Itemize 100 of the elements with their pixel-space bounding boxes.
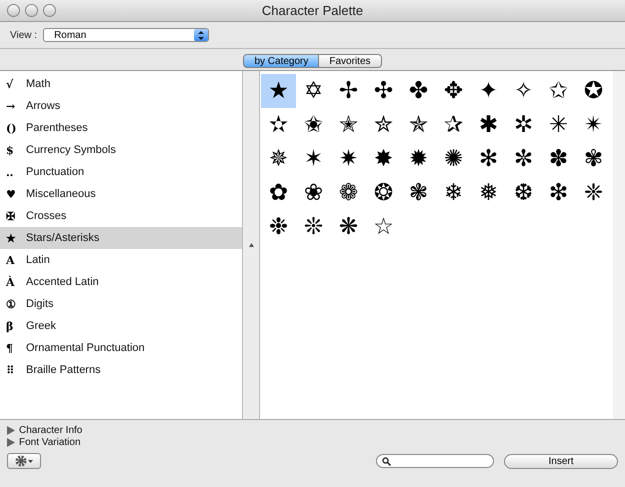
disclosure-triangle-icon[interactable] [6,426,15,435]
character-cell[interactable]: ✭ [331,108,366,142]
search-icon [382,456,391,466]
character-cell[interactable]: ✻ [471,142,506,176]
category-symbol: → [5,100,16,112]
category-symbol: ♥ [5,188,17,200]
character-cell[interactable]: ❇ [541,176,576,210]
character-cell[interactable]: ✾ [576,142,611,176]
category-item[interactable]: ⠿ Braille Patterns [0,359,242,381]
character-cell[interactable]: ❂ [366,176,401,210]
character-cell[interactable]: ✫ [261,108,296,142]
category-item[interactable]: $ Currency Symbols [0,139,242,161]
character-cell[interactable]: ✹ [401,142,436,176]
character-cell[interactable]: ✺ [436,142,471,176]
category-item[interactable]: ① Digits [0,293,242,315]
category-label: Greek [26,320,56,332]
character-cell[interactable]: ✶ [296,142,331,176]
view-label: View : [10,30,38,40]
character-cell[interactable]: ✥ [436,74,471,108]
character-cell[interactable]: ❃ [401,176,436,210]
character-cell[interactable]: ✽ [541,142,576,176]
character-cell[interactable]: ★ [261,74,296,108]
category-item[interactable]: A Latin [0,249,242,271]
character-cell[interactable]: ✳ [541,108,576,142]
category-item[interactable]: À Accented Latin [0,271,242,293]
category-symbol: ★ [5,232,17,244]
character-cell[interactable]: ✿ [261,176,296,210]
insert-button[interactable]: Insert [504,454,618,468]
character-cell[interactable]: ✩ [541,74,576,108]
caret-icon [248,243,254,247]
category-item[interactable]: ‥ Punctuation [0,161,242,183]
character-cell[interactable]: ❆ [506,176,541,210]
character-cell[interactable]: ✱ [471,108,506,142]
character-cell[interactable]: ✡ [296,74,331,108]
category-symbol: ¶ [5,342,14,354]
character-cell[interactable]: ✲ [506,108,541,142]
character-cell[interactable]: ✤ [401,74,436,108]
category-label: Crosses [26,210,66,222]
close-button[interactable] [7,4,20,17]
character-cell[interactable]: ❈ [576,176,611,210]
character-cell[interactable]: ✵ [261,142,296,176]
tab[interactable]: by Category [243,54,320,68]
character-cell[interactable]: ❅ [471,176,506,210]
character-cell[interactable]: ✧ [506,74,541,108]
view-dropdown[interactable]: Roman [43,28,210,42]
tab[interactable]: Favorites [319,54,382,68]
category-label: Currency Symbols [26,144,116,156]
character-cell[interactable]: ✰ [436,108,471,142]
category-label: Miscellaneous [26,188,96,200]
search-field[interactable] [376,454,494,468]
stepper-arrows-icon [194,29,208,41]
category-item[interactable]: ✠ Crosses [0,205,242,227]
split-handle[interactable] [243,71,260,419]
category-symbol: A [4,254,16,266]
category-label: Braille Patterns [26,364,101,376]
character-cell[interactable]: ✸ [366,142,401,176]
category-item[interactable]: β Greek [0,315,242,337]
category-item[interactable]: ♥ Miscellaneous [0,183,242,205]
character-cell[interactable]: ✦ [471,74,506,108]
character-cell[interactable]: ✣ [366,74,401,108]
character-cell[interactable]: ❁ [331,176,366,210]
disclosure-label: Font Variation [19,437,81,448]
category-label: Arrows [26,100,60,112]
category-symbol: ✠ [5,210,16,222]
category-label: Math [26,78,50,90]
category-symbol: √ [5,78,14,90]
category-label: Latin [26,254,50,266]
caret-icon [28,460,33,462]
category-symbol: ⠿ [5,364,16,376]
category-item[interactable]: √ Math [0,73,242,95]
window-title: Character Palette [262,3,364,18]
disclosure-triangle-icon[interactable] [6,438,15,447]
character-cell[interactable]: ☆ [366,210,401,244]
category-symbol: À [4,276,16,288]
zoom-button[interactable] [43,4,56,17]
character-cell[interactable]: ✬ [296,108,331,142]
character-cell[interactable]: ❋ [331,210,366,244]
character-cell[interactable]: ✯ [401,108,436,142]
character-cell[interactable]: ✮ [366,108,401,142]
category-symbol: β [5,320,14,332]
category-label: Accented Latin [26,276,99,288]
action-menu-button[interactable] [7,453,41,469]
gear-icon [15,455,27,467]
character-cell[interactable]: ❉ [261,210,296,244]
category-symbol: ① [5,298,17,310]
character-cell[interactable]: ❊ [296,210,331,244]
character-cell[interactable]: ✪ [576,74,611,108]
character-cell[interactable]: ❄ [436,176,471,210]
category-item[interactable]: () Parentheses [0,117,242,139]
category-item[interactable]: ★ Stars/Asterisks [0,227,242,249]
character-cell[interactable]: ✷ [331,142,366,176]
character-cell[interactable]: ✢ [331,74,366,108]
category-label: Parentheses [26,122,88,134]
character-cell[interactable]: ❀ [296,176,331,210]
character-cell[interactable]: ✼ [506,142,541,176]
character-cell[interactable]: ✴ [576,108,611,142]
category-item[interactable]: ¶ Ornamental Punctuation [0,337,242,359]
category-item[interactable]: → Arrows [0,95,242,117]
minimize-button[interactable] [25,4,38,17]
category-symbol: $ [5,144,15,156]
